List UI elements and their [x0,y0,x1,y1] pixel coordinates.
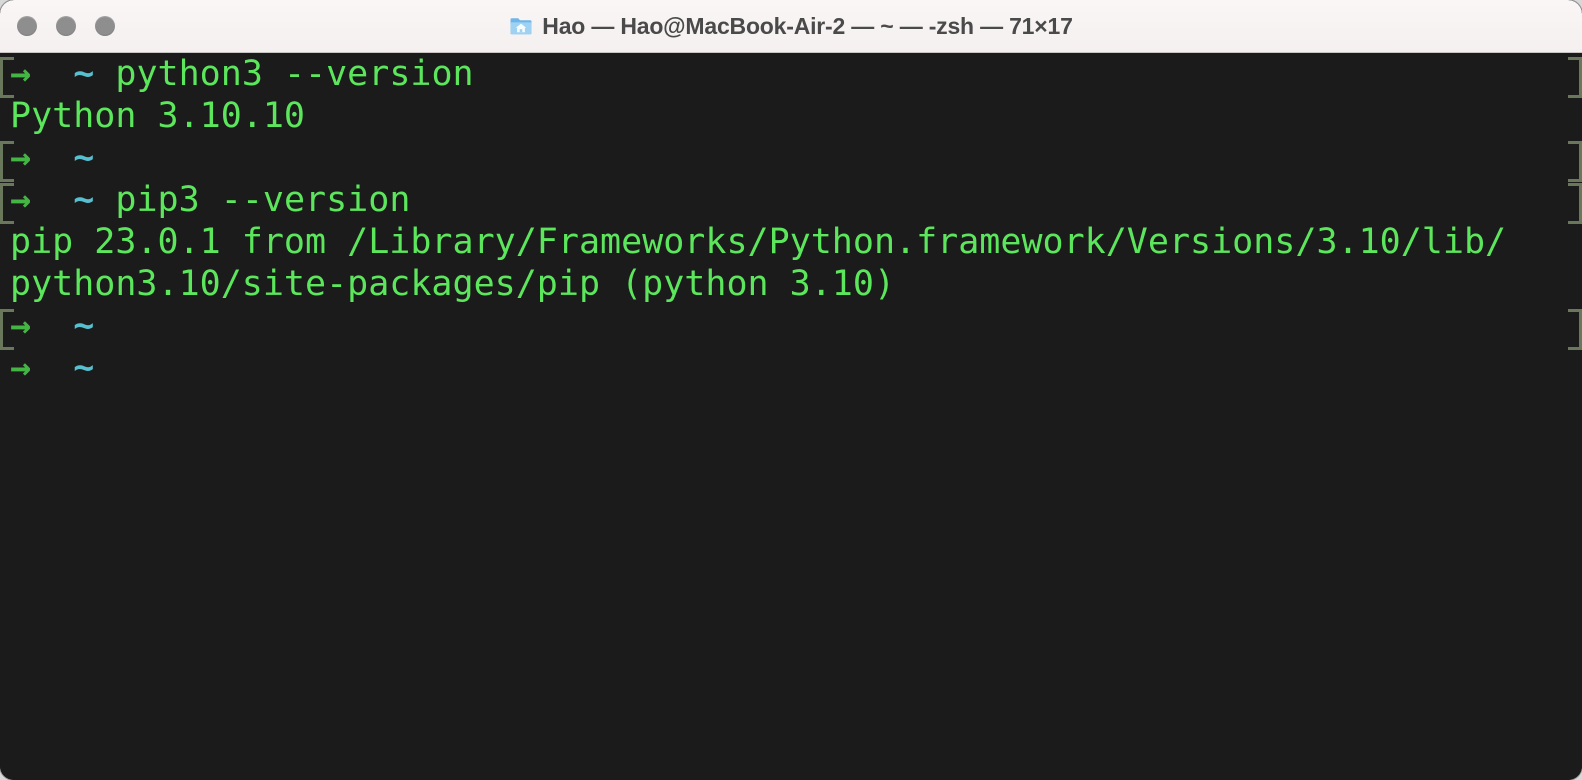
terminal-output-text: Python 3.10.10 [10,96,306,136]
window-title: Hao — Hao@MacBook-Air-2 — ~ — -zsh — 71×… [542,12,1073,39]
terminal-prompt-line: → ~ [0,305,1582,350]
terminal-screen[interactable]: → ~ python3 --version Python 3.10.10 → ~ →… [0,53,1582,780]
prompt-mark-right [1568,183,1582,224]
window-titlebar[interactable]: Hao — Hao@MacBook-Air-2 — ~ — -zsh — 71×… [0,0,1582,53]
terminal-prompt-line: → ~ [0,347,1582,389]
prompt-path: ~ [73,348,95,388]
prompt-mark-left [0,183,14,224]
prompt-gap [31,138,73,178]
prompt-mark-left [0,141,14,182]
terminal-output-line: Python 3.10.10 [0,95,1582,137]
prompt-path: ~ [73,138,95,178]
prompt-mark-left [0,309,14,350]
prompt-gap [31,180,73,220]
terminal-command: python3 --version [115,54,474,94]
prompt-gap [31,348,73,388]
terminal-output-line: python3.10/site-packages/pip (python 3.1… [0,263,1582,305]
terminal-prompt-line: → ~ pip3 --version [0,179,1582,224]
prompt-path: ~ [73,180,95,220]
terminal-window: Hao — Hao@MacBook-Air-2 — ~ — -zsh — 71×… [0,0,1582,780]
terminal-body[interactable]: → ~ python3 --version Python 3.10.10 → ~ →… [0,53,1582,780]
home-folder-icon [510,18,532,35]
terminal-command: pip3 --version [115,180,411,220]
zoom-button[interactable] [95,16,115,36]
prompt-mark-right [1568,57,1582,98]
prompt-mark-left [0,57,14,98]
prompt-path: ~ [73,54,95,94]
terminal-prompt-line: → ~ [0,137,1582,182]
prompt-path: ~ [73,306,95,346]
prompt-gap [31,306,73,346]
window-title-group: Hao — Hao@MacBook-Air-2 — ~ — -zsh — 71×… [0,13,1582,40]
terminal-output-line: pip 23.0.1 from /Library/Frameworks/Pyth… [0,221,1582,263]
terminal-output-text: pip 23.0.1 from /Library/Frameworks/Pyth… [10,222,1507,262]
prompt-mark-right [1568,309,1582,350]
traffic-light-group [17,16,115,36]
terminal-output-text: python3.10/site-packages/pip (python 3.1… [10,264,896,304]
close-button[interactable] [17,16,37,36]
prompt-arrow-icon: → [10,348,32,388]
minimize-button[interactable] [56,16,76,36]
terminal-prompt-line: → ~ python3 --version [0,53,1582,98]
prompt-gap [31,54,73,94]
prompt-mark-right [1568,141,1582,182]
